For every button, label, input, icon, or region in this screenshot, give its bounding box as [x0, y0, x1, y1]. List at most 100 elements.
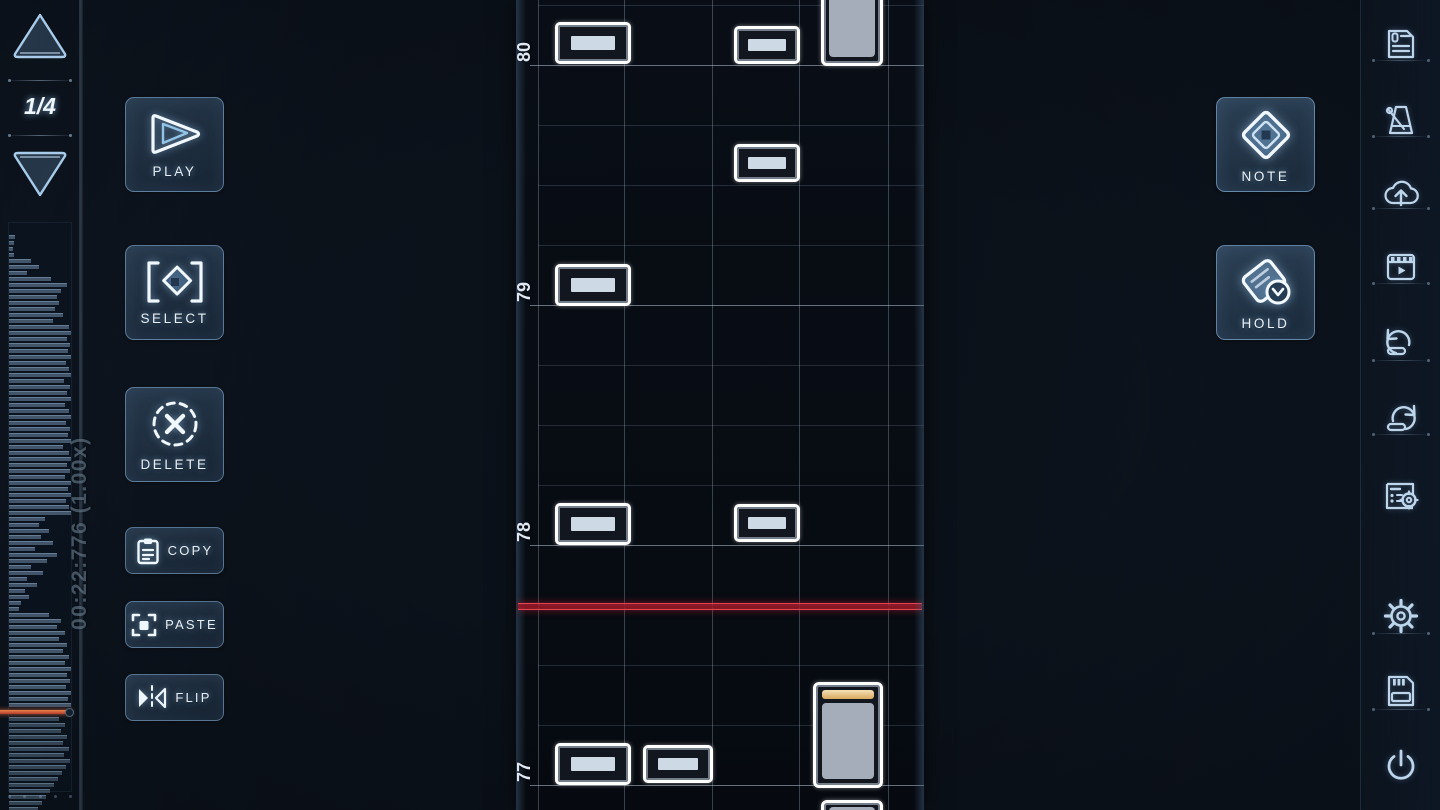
- metronome-button[interactable]: [1361, 92, 1440, 148]
- waveform-bar: [9, 451, 69, 455]
- tap-note[interactable]: [734, 504, 800, 542]
- upload-button[interactable]: [1361, 165, 1440, 221]
- waveform-bar: [9, 547, 35, 551]
- note-tool-button[interactable]: NOTE: [1216, 97, 1315, 192]
- save-card-icon: [1387, 675, 1415, 707]
- timecode-label: 00:22:776 (1.00x): [68, 436, 91, 630]
- hold-note[interactable]: [821, 0, 883, 66]
- paste-button-label: PASTE: [165, 617, 218, 632]
- redo-icon: [1386, 404, 1416, 432]
- waveform-bar: [9, 607, 19, 611]
- waveform-playhead[interactable]: [0, 708, 74, 717]
- hold-note[interactable]: [813, 682, 883, 788]
- waveform-bar: [9, 409, 69, 413]
- waveform-bar: [9, 631, 65, 635]
- waveform-bar: [9, 235, 15, 239]
- tap-note[interactable]: [734, 26, 800, 64]
- waveform-bar: [9, 759, 70, 763]
- grid-beat-line: [538, 185, 924, 186]
- waveform-bar: [9, 765, 66, 769]
- triangle-down-icon: [13, 151, 67, 197]
- waveform-bar: [9, 367, 69, 371]
- waveform-bar: [9, 289, 61, 293]
- grid-beat-line: [538, 365, 924, 366]
- chart-settings-button[interactable]: [1361, 468, 1440, 524]
- division-value: 1/4: [24, 93, 56, 119]
- select-button-label: SELECT: [140, 311, 209, 326]
- tap-note[interactable]: [555, 503, 631, 545]
- waveform-bar: [9, 723, 65, 727]
- measure-number: 77: [516, 761, 534, 782]
- grid-beat-line: [538, 425, 924, 426]
- waveform-bar: [9, 771, 62, 775]
- grid-lane-line: [799, 0, 800, 810]
- waveform-bar: [9, 493, 71, 497]
- waveform-bar: [9, 571, 43, 575]
- waveform-bar: [9, 741, 63, 745]
- waveform-bar: [9, 271, 27, 275]
- clipboard-icon: [136, 538, 159, 564]
- flip-button-label: FLIP: [175, 690, 212, 705]
- video-preview-icon: [1386, 253, 1416, 281]
- grid-lane-line: [538, 0, 539, 810]
- waveform-bar: [9, 421, 66, 425]
- select-button[interactable]: SELECT: [125, 245, 224, 340]
- preview-button[interactable]: [1361, 239, 1440, 295]
- waveform-bar: [9, 613, 49, 617]
- waveform-bar: [9, 643, 67, 647]
- grid-playhead[interactable]: [518, 603, 922, 610]
- decrease-division-button[interactable]: [0, 148, 80, 198]
- waveform-bar: [9, 783, 54, 787]
- tap-note[interactable]: [734, 144, 800, 182]
- tap-note[interactable]: [555, 743, 631, 785]
- rail-separator: [1372, 207, 1430, 210]
- waveform-bar: [9, 463, 67, 467]
- play-button[interactable]: PLAY: [125, 97, 224, 192]
- hold-tool-button[interactable]: HOLD: [1216, 245, 1315, 340]
- waveform-bar: [9, 517, 45, 521]
- note-grid[interactable]: 80 79 78 77: [516, 0, 924, 810]
- settings-button[interactable]: [1361, 588, 1440, 644]
- chart-info-button[interactable]: [1361, 16, 1440, 72]
- tap-note[interactable]: [555, 264, 631, 306]
- delete-button[interactable]: DELETE: [125, 387, 224, 482]
- redo-button[interactable]: [1361, 390, 1440, 446]
- waveform-bar: [9, 529, 49, 533]
- waveform-bar: [9, 667, 71, 671]
- waveform-bar: [9, 559, 47, 563]
- hold-note-body: [821, 703, 875, 779]
- exit-button[interactable]: [1361, 738, 1440, 794]
- flip-button[interactable]: FLIP: [125, 674, 224, 721]
- paste-button[interactable]: PASTE: [125, 601, 224, 648]
- waveform-bar: [9, 253, 14, 257]
- waveform-bar: [9, 753, 64, 757]
- waveform-bar: [9, 595, 29, 599]
- grid-measure-line: [530, 545, 924, 546]
- division-separator-bottom: [8, 134, 72, 137]
- waveform-bar: [9, 589, 25, 593]
- waveform-bar: [9, 649, 63, 653]
- increase-division-button[interactable]: [0, 10, 80, 60]
- waveform-bar: [9, 601, 21, 605]
- grid-beat-line: [538, 665, 924, 666]
- waveform-bar: [9, 445, 63, 449]
- grid-lane-line: [712, 0, 713, 810]
- waveform-bar: [9, 265, 39, 269]
- right-icon-rail: [1360, 0, 1440, 810]
- waveform-bar: [9, 415, 71, 419]
- metronome-icon: [1385, 105, 1414, 135]
- division-separator-top: [8, 79, 72, 82]
- waveform-timeline[interactable]: [8, 222, 72, 810]
- waveform-bar: [9, 259, 31, 263]
- rail-separator: [1372, 59, 1430, 62]
- hold-note[interactable]: [821, 800, 883, 810]
- document-info-icon: [1387, 29, 1415, 59]
- waveform-bar: [9, 247, 13, 251]
- delete-button-label: DELETE: [140, 457, 209, 472]
- copy-button[interactable]: COPY: [125, 527, 224, 574]
- waveform-bar: [9, 313, 63, 317]
- tap-note[interactable]: [643, 745, 713, 783]
- note-tool-label: NOTE: [1241, 168, 1290, 184]
- tap-note[interactable]: [555, 22, 631, 64]
- waveform-bar: [9, 685, 66, 689]
